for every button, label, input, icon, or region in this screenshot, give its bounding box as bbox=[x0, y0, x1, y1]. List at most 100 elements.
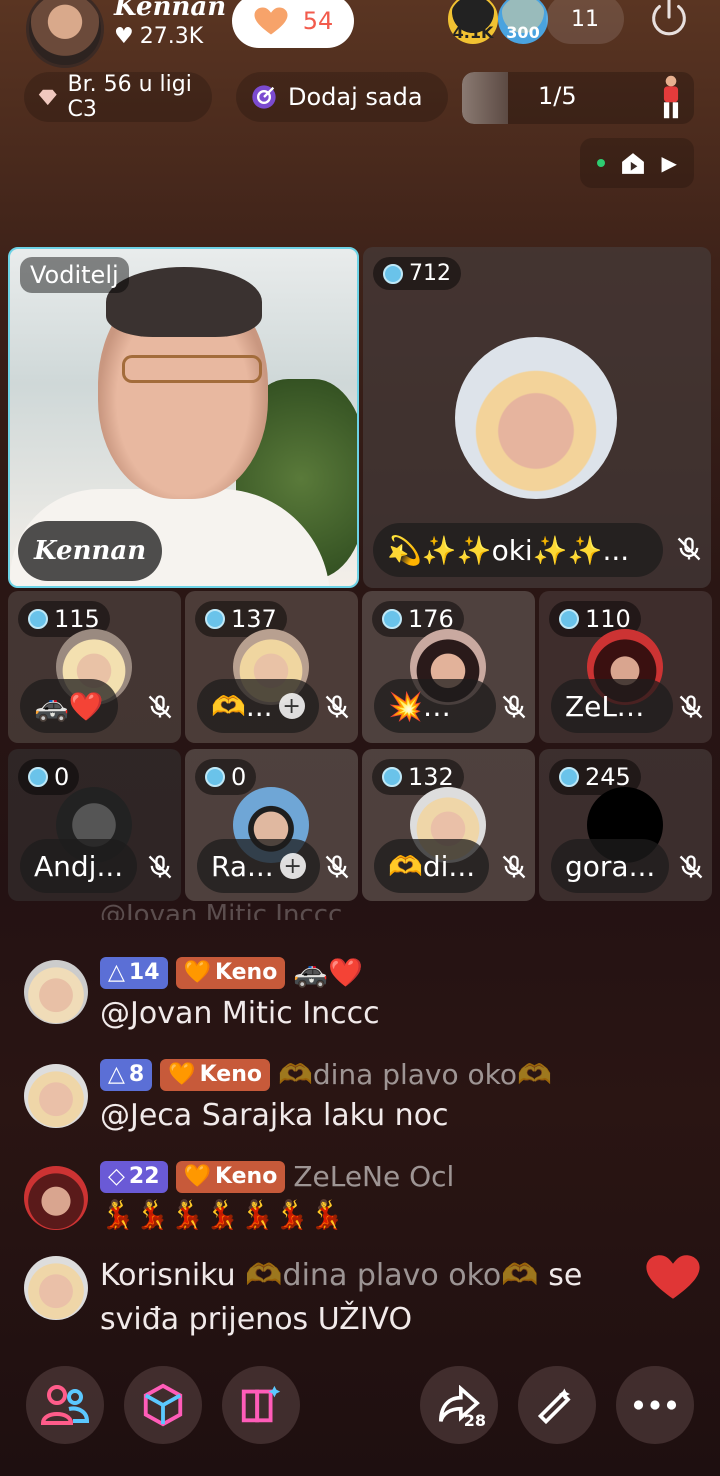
guest-score-value: 0 bbox=[231, 763, 247, 791]
guest-tile[interactable]: 132 🫶di... bbox=[362, 749, 535, 901]
fan-badge: 🧡 Keno bbox=[175, 1160, 286, 1193]
book-sparkle-icon bbox=[241, 1385, 281, 1423]
gem-icon bbox=[205, 767, 225, 787]
guest-tile-main[interactable]: 712 💫✨✨oki✨✨... bbox=[363, 247, 711, 588]
more-button[interactable] bbox=[616, 1366, 694, 1444]
chat-avatar[interactable] bbox=[24, 1256, 88, 1320]
top-gifter-1-value: 4.1K bbox=[452, 23, 494, 42]
cube-icon bbox=[143, 1383, 183, 1427]
league-rank-label: Br. 56 u ligi C3 bbox=[67, 72, 192, 122]
diamond-icon bbox=[38, 89, 57, 106]
viewer-count[interactable]: 11 bbox=[546, 0, 624, 44]
chat-text: @Jeca Sarajka laku noc bbox=[100, 1098, 449, 1133]
gem-icon bbox=[382, 609, 402, 629]
guest-tile[interactable]: 245 gora... bbox=[539, 749, 712, 901]
guest-tile[interactable]: 0 Andj... bbox=[8, 749, 181, 901]
league-rank-pill[interactable]: Br. 56 u ligi C3 bbox=[24, 72, 212, 122]
heart-icon bbox=[646, 1255, 700, 1299]
gift-box-button[interactable] bbox=[124, 1366, 202, 1444]
magic-wand-button[interactable] bbox=[518, 1366, 596, 1444]
book-button[interactable] bbox=[222, 1366, 300, 1444]
guest-tile[interactable]: 176 💥💔... bbox=[362, 591, 535, 743]
guest-name: 💫✨✨oki✨✨... bbox=[387, 533, 630, 567]
system-username[interactable]: 🫶dina plavo oko🫶 bbox=[245, 1258, 538, 1293]
guest-name-tag: 🚓❤️ bbox=[20, 679, 118, 733]
guest-tile[interactable]: 110 ZeLe... bbox=[539, 591, 712, 743]
fan-badge: 🧡 Keno bbox=[175, 956, 286, 989]
chevron-right-icon: ▶ bbox=[661, 151, 677, 175]
top-gifter-badge-1[interactable]: 4.1K bbox=[448, 0, 498, 44]
add-now-label: Dodaj sada bbox=[288, 83, 423, 111]
chat-message[interactable]: ◇ 22 🧡 Keno ZeLeNe Ocl 💃💃💃💃💃💃💃 bbox=[24, 1160, 714, 1244]
system-suffix: se bbox=[548, 1258, 583, 1293]
level-badge: ◇ 22 bbox=[100, 1160, 168, 1193]
gem-icon bbox=[28, 609, 48, 629]
top-gifter-badge-2[interactable]: 300 bbox=[498, 0, 548, 44]
guest-name-tag: 🫶di... bbox=[374, 839, 490, 893]
guest-name: Andj... bbox=[34, 849, 124, 883]
guest-name-tag: ZeLe... bbox=[551, 679, 673, 733]
fan-badge: 🧡 Keno bbox=[160, 1058, 270, 1091]
host-likes-count: 27.3K bbox=[139, 24, 204, 49]
system-message: Korisniku 🫶dina plavo oko🫶 se sviđa prij… bbox=[24, 1255, 714, 1346]
plus-icon[interactable]: + bbox=[278, 693, 305, 719]
gem-icon bbox=[383, 263, 403, 284]
guest-name: 🫶... bbox=[211, 689, 273, 723]
gem-icon bbox=[382, 767, 402, 787]
host-name[interactable]: Kennan bbox=[114, 0, 226, 22]
guest-name: 🚓❤️ bbox=[34, 689, 104, 723]
guest-tile[interactable]: 137 🫶... + bbox=[185, 591, 358, 743]
level-value: 14 bbox=[128, 960, 160, 985]
chat-message[interactable]: △ 8 🧡 Keno 🫶dina plavo oko🫶 @Jeca Sarajka … bbox=[24, 1058, 714, 1138]
goal-progress-text: 1/5 bbox=[538, 82, 577, 110]
chat-avatar[interactable] bbox=[24, 960, 88, 1024]
follow-heart-button[interactable]: 54 bbox=[232, 0, 354, 48]
guest-name-tag: 🫶... + bbox=[197, 679, 319, 733]
goal-progress[interactable]: 1/5 bbox=[462, 72, 694, 124]
mic-off-icon bbox=[148, 695, 172, 719]
guest-avatar bbox=[455, 337, 617, 499]
mic-off-icon bbox=[502, 855, 526, 879]
host-likes: ♥ 27.3K bbox=[114, 24, 203, 49]
top-gifter-2-value: 300 bbox=[506, 23, 540, 42]
level-badge: △ 14 bbox=[100, 956, 168, 989]
add-now-button[interactable]: Dodaj sada bbox=[236, 72, 448, 122]
chat-username[interactable]: 🚓❤️ bbox=[293, 956, 363, 989]
host-name-tag: Kennan bbox=[18, 521, 163, 581]
guests-button[interactable] bbox=[26, 1366, 104, 1444]
heart-icon bbox=[254, 7, 288, 35]
gem-icon bbox=[559, 609, 579, 629]
power-icon[interactable] bbox=[646, 0, 692, 42]
chat-username[interactable]: 🫶dina plavo oko🫶 bbox=[278, 1058, 552, 1091]
guest-name: gora... bbox=[565, 849, 656, 883]
mic-off-icon bbox=[679, 855, 703, 879]
guest-name-tag: 💥💔... bbox=[374, 679, 496, 733]
chat-username[interactable]: ZeLeNe Ocl bbox=[293, 1160, 454, 1193]
triangle-icon: △ bbox=[108, 960, 125, 985]
chat-avatar[interactable] bbox=[24, 1064, 88, 1128]
guest-name-tag: 💫✨✨oki✨✨... bbox=[373, 523, 663, 577]
guest-tile[interactable]: 115 🚓❤️ bbox=[8, 591, 181, 743]
fan-label: Keno bbox=[199, 1062, 262, 1087]
host-avatar[interactable] bbox=[26, 0, 104, 68]
share-button[interactable]: 28 bbox=[420, 1366, 498, 1444]
fan-heart-icon: 🧡 bbox=[183, 960, 211, 985]
guest-name-tag: Ra... + bbox=[197, 839, 320, 893]
people-icon bbox=[41, 1385, 89, 1425]
heart-icon: ♥ bbox=[114, 24, 134, 49]
guest-score-value: 712 bbox=[409, 261, 451, 286]
guest-name: 💥💔... bbox=[388, 689, 482, 723]
guest-tile[interactable]: 0 Ra... + bbox=[185, 749, 358, 901]
fan-heart-icon: 🧡 bbox=[183, 1164, 211, 1189]
host-video-tile[interactable]: Voditelj Kennan bbox=[8, 247, 359, 588]
guest-name: 🫶di... bbox=[388, 849, 476, 883]
gem-icon bbox=[205, 609, 225, 629]
chat-avatar[interactable] bbox=[24, 1166, 88, 1230]
stream-mode-pill[interactable]: ▶ bbox=[580, 138, 694, 188]
plus-icon[interactable]: + bbox=[279, 853, 306, 879]
chat-message[interactable]: △ 14 🧡 Keno 🚓❤️ @Jovan Mitic Inccc bbox=[24, 956, 714, 1036]
fan-label: Keno bbox=[214, 1164, 278, 1189]
home-play-icon bbox=[622, 153, 645, 174]
guest-name: Ra... bbox=[211, 849, 274, 883]
goal-progress-fill bbox=[462, 72, 508, 124]
